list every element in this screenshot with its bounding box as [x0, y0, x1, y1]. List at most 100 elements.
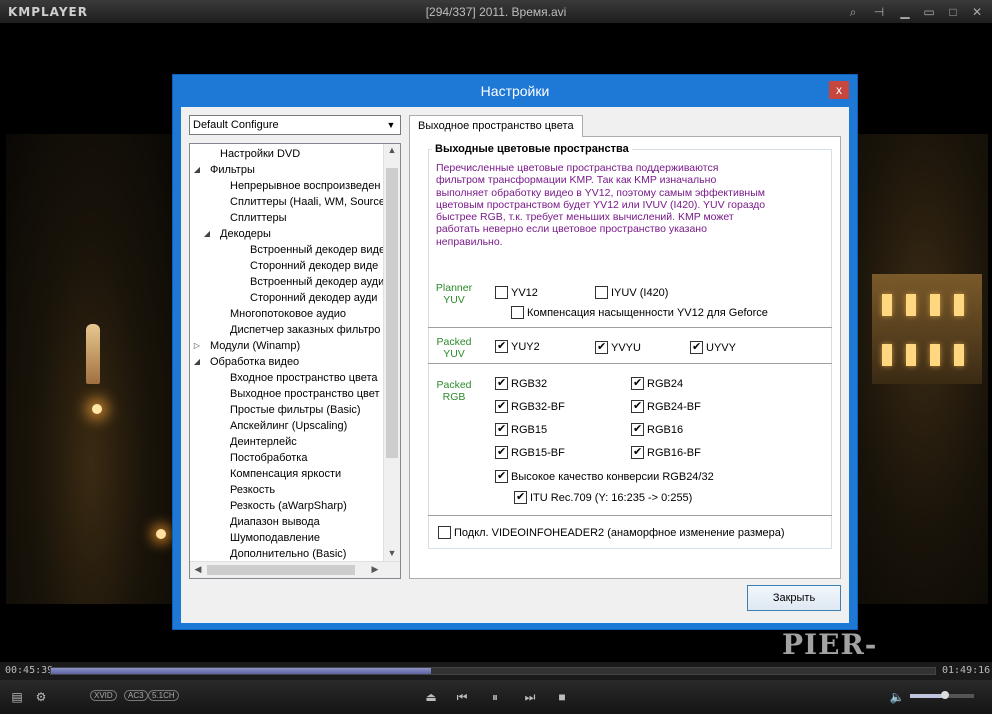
previous-icon[interactable]: ⏮ [453, 688, 471, 706]
tree-item[interactable]: Деинтерлейс [214, 434, 297, 450]
tree-item[interactable]: Выходное пространство цвет [214, 386, 380, 402]
checkbox-rgb15-bf[interactable]: RGB15-BF [495, 445, 565, 460]
tab-output-colorspace[interactable]: Выходное пространство цвета [409, 115, 583, 137]
checkbox-label: RGB15 [511, 424, 548, 436]
checkbox-yv12[interactable]: YV12 [495, 286, 538, 300]
pause-icon[interactable]: ⏸ [486, 688, 504, 706]
scroll-thumb[interactable] [207, 565, 355, 575]
search-icon[interactable]: ⌕ [842, 3, 864, 21]
tree-item-label: Дополнительно (Basic) [230, 548, 347, 560]
collapse-arrow-icon[interactable]: ◢ [192, 354, 202, 370]
tree-item[interactable]: Сплиттеры (Haali, WM, Source [214, 194, 385, 210]
tree-item[interactable]: Непрерывное воспроизведен [214, 178, 380, 194]
scroll-left-icon[interactable]: ◀ [191, 564, 205, 575]
tree-item[interactable]: ▷ Модули (Winamp) [194, 338, 300, 354]
tree-item-label: Модули (Winamp) [210, 340, 301, 352]
checkbox-label: RGB32 [511, 378, 548, 390]
time-elapsed: 00:45:39 [5, 665, 54, 676]
tree-item-label: Выходное пространство цвет [230, 388, 380, 400]
checkbox-label: RGB16-BF [647, 447, 701, 459]
close-icon[interactable]: ✕ [966, 3, 988, 21]
checkbox-rgb16-bf[interactable]: RGB16-BF [631, 445, 701, 460]
volume-icon[interactable]: 🔈 [888, 688, 906, 706]
scroll-up-icon[interactable]: ▲ [385, 145, 399, 155]
tree-item[interactable]: Компенсация яркости [214, 466, 341, 482]
minimize-icon[interactable]: ▁ [894, 3, 916, 21]
tree-vertical-scrollbar[interactable]: ▲ ▼ [383, 144, 400, 562]
checkbox-rgb24[interactable]: RGB24 [631, 376, 683, 391]
codec-badge[interactable]: 5.1CH [148, 690, 179, 701]
tree-item[interactable]: Диапазон вывода [214, 514, 320, 530]
restore-icon[interactable]: ▭ [918, 3, 940, 21]
checkbox-rgb32[interactable]: RGB32 [495, 376, 548, 391]
tree-item[interactable]: Резкость [214, 482, 275, 498]
checkbox-box [511, 306, 524, 319]
playlist-icon[interactable]: ▤ [8, 688, 26, 706]
tree-item[interactable]: Шумоподавление [214, 530, 320, 546]
tree-item[interactable]: ◢ Фильтры [194, 162, 255, 178]
volume-knob[interactable] [941, 691, 950, 699]
tree-item-label: Встроенный декодер виде [250, 244, 386, 256]
checkbox-box [595, 286, 608, 299]
stop-icon[interactable]: ■ [553, 688, 571, 706]
tree-item-label: Простые фильтры (Basic) [230, 404, 361, 416]
scroll-right-icon[interactable]: ▶ [368, 564, 382, 575]
codec-badge[interactable]: XVID [90, 690, 117, 701]
tree-item[interactable]: Апскейлинг (Upscaling) [214, 418, 347, 434]
checkbox-label: YVYU [611, 342, 641, 354]
tree-item[interactable]: Сторонний декодер ауди [234, 290, 377, 306]
chevron-down-icon[interactable]: ▼ [384, 116, 398, 134]
scroll-down-icon[interactable]: ▼ [385, 548, 399, 558]
dialog-close-button[interactable]: x [829, 81, 849, 99]
window-light [906, 344, 916, 366]
checkbox-box [438, 526, 451, 539]
tree-item[interactable]: Настройки DVD [204, 146, 300, 162]
checkbox-geforce[interactable]: Компенсация насыщенности YV12 для Geforc… [511, 306, 768, 320]
tree-item[interactable]: Сторонний декодер виде [234, 258, 378, 274]
checkbox-box [495, 422, 508, 436]
checkbox-label: IYUV (I420) [611, 287, 669, 299]
eject-icon[interactable]: ⏏ [422, 688, 440, 706]
tree-item[interactable]: Дополнительно (Basic) [214, 546, 346, 562]
collapse-arrow-icon[interactable]: ◢ [202, 226, 212, 242]
settings-gear-icon[interactable]: ⚙ [32, 688, 50, 706]
tree-item[interactable]: Многопотоковое аудио [214, 306, 346, 322]
codec-badge[interactable]: AC3 [124, 690, 148, 701]
tree-item[interactable]: Входное пространство цвета [214, 370, 378, 386]
checkbox-rgb16[interactable]: RGB16 [631, 422, 683, 437]
tree-item[interactable]: Встроенный декодер ауди [234, 274, 384, 290]
tree-item[interactable]: Диспетчер заказных фильтро [214, 322, 380, 338]
checkbox-yvyu[interactable]: YVYU [595, 340, 641, 355]
preset-select[interactable]: Default Configure ▼ [189, 115, 401, 135]
scroll-thumb[interactable] [386, 168, 398, 458]
tree-item-label: Многопотоковое аудио [230, 308, 346, 320]
checkbox-videoinfoheader2[interactable]: Подкл. VIDEOINFOHEADER2 (анаморфное изме… [438, 526, 785, 540]
tree-item[interactable]: Встроенный декодер виде [234, 242, 385, 258]
expand-arrow-icon[interactable]: ▷ [192, 338, 202, 354]
tree-item[interactable]: Простые фильтры (Basic) [214, 402, 361, 418]
checkbox-rgb32-bf[interactable]: RGB32-BF [495, 399, 565, 414]
checkbox-uyvy[interactable]: UYVY [690, 340, 736, 355]
checkbox-iyuv[interactable]: IYUV (I420) [595, 286, 668, 300]
checkbox-yuy2[interactable]: YUY2 [495, 339, 540, 354]
lamp-light [156, 529, 166, 539]
tree-item[interactable]: ◢ Декодеры [204, 226, 271, 242]
maximize-icon[interactable]: □ [942, 3, 964, 21]
tree-item[interactable]: Сплиттеры [214, 210, 287, 226]
checkbox-rgb15[interactable]: RGB15 [495, 422, 548, 437]
tree-item[interactable]: Резкость (aWarpSharp) [214, 498, 347, 514]
tree-item[interactable]: Постобработка [214, 450, 307, 466]
checkbox-rgb24-bf[interactable]: RGB24-BF [631, 399, 701, 414]
checkbox-itu-rec709[interactable]: ITU Rec.709 (Y: 16:235 -> 0:255) [514, 490, 692, 505]
checkbox-high-quality[interactable]: Высокое качество конверсии RGB24/32 [495, 469, 714, 484]
progress-track[interactable] [50, 667, 936, 675]
tree-item-label: Постобработка [230, 452, 308, 464]
collapse-arrow-icon[interactable]: ◢ [192, 162, 202, 178]
settings-dialog: Настройки x Default Configure ▼ Настройк… [172, 74, 858, 630]
tree-item[interactable]: ◢ Обработка видео [194, 354, 299, 370]
volume-slider[interactable] [910, 691, 974, 699]
close-button[interactable]: Закрыть [747, 585, 841, 611]
next-icon[interactable]: ⏭ [521, 688, 539, 706]
pin-icon[interactable]: ⊣ [868, 3, 890, 21]
tree-horizontal-scrollbar[interactable]: ◀ ▶ [190, 561, 400, 578]
